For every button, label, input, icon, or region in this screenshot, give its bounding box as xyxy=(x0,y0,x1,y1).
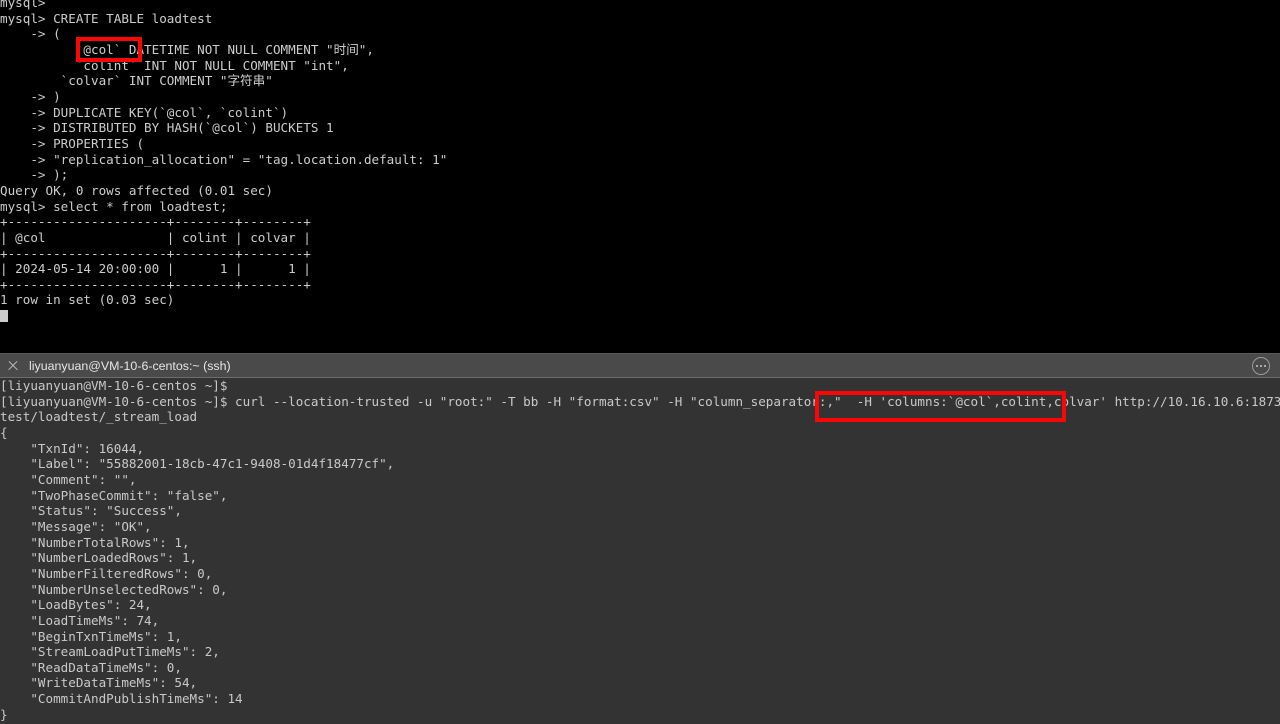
terminal-line: -> DISTRIBUTED BY HASH(`@col`) BUCKETS 1 xyxy=(0,120,334,136)
terminal-line: mysql> select * from loadtest; xyxy=(0,198,228,214)
terminal-line: -> PROPERTIES ( xyxy=(0,135,145,151)
terminal-line: 1 row in set (0.03 sec) xyxy=(0,292,175,308)
terminal-line: -> DUPLICATE KEY(`@col`, `colint`) xyxy=(0,104,289,120)
terminal-line: "Comment": "", xyxy=(0,471,137,487)
terminal-line: | @col | colint | colvar | xyxy=(0,229,311,245)
close-icon[interactable] xyxy=(6,359,20,373)
terminal-line: "NumberLoadedRows": 1, xyxy=(0,550,198,566)
terminal-line: test/loadtest/_stream_load xyxy=(0,409,198,425)
terminal-window: mysql> mysql> CREATE TABLE loadtest -> (… xyxy=(0,0,1280,724)
terminal-line: -> ) xyxy=(0,88,61,104)
terminal-tab-bar[interactable]: liyuanyuan@VM-10-6-centos:~ (ssh) xyxy=(0,353,1280,378)
terminal-line: [liyuanyuan@VM-10-6-centos ~]$ xyxy=(0,378,228,393)
terminal-line: `colint` INT NOT NULL COMMENT "int", xyxy=(0,57,349,73)
terminal-line: Query OK, 0 rows affected (0.01 sec) xyxy=(0,182,273,198)
more-options-icon[interactable] xyxy=(1252,356,1270,375)
terminal-line: mysql> CREATE TABLE loadtest xyxy=(0,10,213,26)
terminal-line: [liyuanyuan@VM-10-6-centos ~]$ curl --lo… xyxy=(0,393,1280,409)
shell-output-lines: [liyuanyuan@VM-10-6-centos ~]$ [liyuanyu… xyxy=(0,378,1280,722)
text-cursor xyxy=(0,310,8,323)
terminal-line: } xyxy=(0,706,8,722)
terminal-line: +---------------------+--------+--------… xyxy=(0,245,311,261)
terminal-line: "ReadDataTimeMs": 0, xyxy=(0,659,182,675)
terminal-line: "NumberTotalRows": 1, xyxy=(0,534,190,550)
terminal-line: "NumberFilteredRows": 0, xyxy=(0,565,213,581)
mysql-client-pane[interactable]: mysql> mysql> CREATE TABLE loadtest -> (… xyxy=(0,0,1280,353)
terminal-line: mysql> xyxy=(0,0,46,10)
mysql-output-lines: mysql> mysql> CREATE TABLE loadtest -> (… xyxy=(0,0,1280,324)
terminal-line: { xyxy=(0,424,8,440)
terminal-line: `@col` DATETIME NOT NULL COMMENT "时间", xyxy=(0,41,374,57)
terminal-line: "TwoPhaseCommit": "false", xyxy=(0,487,228,503)
terminal-prompt-line xyxy=(0,308,1280,324)
terminal-line: | 2024-05-14 20:00:00 | 1 | 1 | xyxy=(0,261,311,277)
terminal-line: "LoadTimeMs": 74, xyxy=(0,612,160,628)
terminal-line: "Message": "OK", xyxy=(0,518,152,534)
terminal-line: -> "replication_allocation" = "tag.locat… xyxy=(0,151,448,167)
terminal-line: +---------------------+--------+--------… xyxy=(0,276,311,292)
terminal-line: "StreamLoadPutTimeMs": 2, xyxy=(0,644,220,660)
terminal-line: "TxnId": 16044, xyxy=(0,440,145,456)
terminal-line: "CommitAndPublishTimeMs": 14 xyxy=(0,691,243,707)
terminal-line: "Label": "55882001-18cb-47c1-9408-01d4f1… xyxy=(0,456,395,472)
terminal-line: "BeginTxnTimeMs": 1, xyxy=(0,628,182,644)
terminal-line: "WriteDataTimeMs": 54, xyxy=(0,675,198,691)
terminal-line: "LoadBytes": 24, xyxy=(0,597,152,613)
ssh-shell-pane[interactable]: [liyuanyuan@VM-10-6-centos ~]$ [liyuanyu… xyxy=(0,378,1280,724)
terminal-line: "NumberUnselectedRows": 0, xyxy=(0,581,228,597)
terminal-line: `colvar` INT COMMENT "字符串" xyxy=(0,73,273,89)
terminal-line: "Status": "Success", xyxy=(0,503,182,519)
terminal-line: +---------------------+--------+--------… xyxy=(0,214,311,230)
tab-title[interactable]: liyuanyuan@VM-10-6-centos:~ (ssh) xyxy=(29,359,231,373)
terminal-line: -> ); xyxy=(0,167,69,183)
terminal-line: -> ( xyxy=(0,26,61,42)
